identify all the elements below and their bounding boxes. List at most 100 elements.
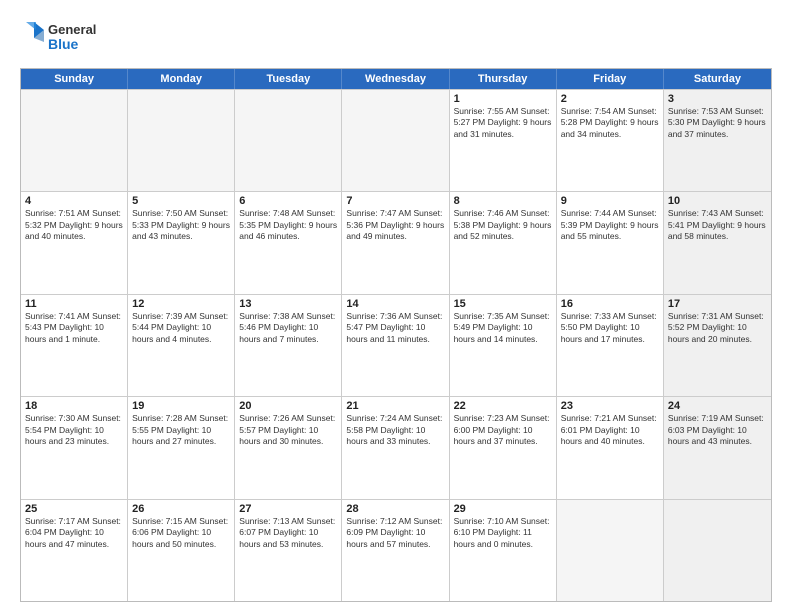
calendar-cell-r0-c1	[128, 90, 235, 191]
calendar-body: 1Sunrise: 7:55 AM Sunset: 5:27 PM Daylig…	[21, 89, 771, 601]
day-number: 24	[668, 400, 767, 412]
day-number: 11	[25, 298, 123, 310]
day-info: Sunrise: 7:38 AM Sunset: 5:46 PM Dayligh…	[239, 311, 337, 345]
calendar-cell-r0-c0	[21, 90, 128, 191]
day-info: Sunrise: 7:23 AM Sunset: 6:00 PM Dayligh…	[454, 413, 552, 447]
calendar-cell-r0-c6: 3Sunrise: 7:53 AM Sunset: 5:30 PM Daylig…	[664, 90, 771, 191]
calendar-cell-r3-c0: 18Sunrise: 7:30 AM Sunset: 5:54 PM Dayli…	[21, 397, 128, 498]
weekday-header-sunday: Sunday	[21, 69, 128, 89]
day-info: Sunrise: 7:51 AM Sunset: 5:32 PM Dayligh…	[25, 208, 123, 242]
day-number: 6	[239, 195, 337, 207]
day-number: 28	[346, 503, 444, 515]
logo-svg: General Blue	[20, 16, 110, 60]
calendar-cell-r2-c1: 12Sunrise: 7:39 AM Sunset: 5:44 PM Dayli…	[128, 295, 235, 396]
day-number: 21	[346, 400, 444, 412]
day-info: Sunrise: 7:19 AM Sunset: 6:03 PM Dayligh…	[668, 413, 767, 447]
day-number: 19	[132, 400, 230, 412]
calendar-cell-r1-c4: 8Sunrise: 7:46 AM Sunset: 5:38 PM Daylig…	[450, 192, 557, 293]
calendar-cell-r4-c4: 29Sunrise: 7:10 AM Sunset: 6:10 PM Dayli…	[450, 500, 557, 601]
weekday-header-saturday: Saturday	[664, 69, 771, 89]
day-number: 14	[346, 298, 444, 310]
day-number: 13	[239, 298, 337, 310]
calendar-header: SundayMondayTuesdayWednesdayThursdayFrid…	[21, 69, 771, 89]
day-info: Sunrise: 7:15 AM Sunset: 6:06 PM Dayligh…	[132, 516, 230, 550]
calendar-cell-r0-c4: 1Sunrise: 7:55 AM Sunset: 5:27 PM Daylig…	[450, 90, 557, 191]
day-info: Sunrise: 7:35 AM Sunset: 5:49 PM Dayligh…	[454, 311, 552, 345]
day-number: 5	[132, 195, 230, 207]
day-number: 23	[561, 400, 659, 412]
calendar-cell-r4-c6	[664, 500, 771, 601]
calendar-cell-r3-c4: 22Sunrise: 7:23 AM Sunset: 6:00 PM Dayli…	[450, 397, 557, 498]
calendar-cell-r3-c3: 21Sunrise: 7:24 AM Sunset: 5:58 PM Dayli…	[342, 397, 449, 498]
svg-text:Blue: Blue	[48, 36, 79, 52]
calendar-cell-r3-c1: 19Sunrise: 7:28 AM Sunset: 5:55 PM Dayli…	[128, 397, 235, 498]
day-info: Sunrise: 7:10 AM Sunset: 6:10 PM Dayligh…	[454, 516, 552, 550]
day-number: 2	[561, 93, 659, 105]
day-number: 18	[25, 400, 123, 412]
day-info: Sunrise: 7:33 AM Sunset: 5:50 PM Dayligh…	[561, 311, 659, 345]
day-number: 4	[25, 195, 123, 207]
day-info: Sunrise: 7:55 AM Sunset: 5:27 PM Dayligh…	[454, 106, 552, 140]
calendar-cell-r1-c6: 10Sunrise: 7:43 AM Sunset: 5:41 PM Dayli…	[664, 192, 771, 293]
day-info: Sunrise: 7:31 AM Sunset: 5:52 PM Dayligh…	[668, 311, 767, 345]
day-number: 17	[668, 298, 767, 310]
day-info: Sunrise: 7:28 AM Sunset: 5:55 PM Dayligh…	[132, 413, 230, 447]
weekday-header-tuesday: Tuesday	[235, 69, 342, 89]
logo: General Blue	[20, 16, 110, 60]
day-info: Sunrise: 7:46 AM Sunset: 5:38 PM Dayligh…	[454, 208, 552, 242]
weekday-header-friday: Friday	[557, 69, 664, 89]
calendar-cell-r1-c1: 5Sunrise: 7:50 AM Sunset: 5:33 PM Daylig…	[128, 192, 235, 293]
day-number: 9	[561, 195, 659, 207]
calendar-cell-r2-c6: 17Sunrise: 7:31 AM Sunset: 5:52 PM Dayli…	[664, 295, 771, 396]
day-info: Sunrise: 7:41 AM Sunset: 5:43 PM Dayligh…	[25, 311, 123, 345]
day-number: 29	[454, 503, 552, 515]
day-info: Sunrise: 7:44 AM Sunset: 5:39 PM Dayligh…	[561, 208, 659, 242]
calendar-cell-r0-c5: 2Sunrise: 7:54 AM Sunset: 5:28 PM Daylig…	[557, 90, 664, 191]
day-number: 12	[132, 298, 230, 310]
calendar-cell-r1-c2: 6Sunrise: 7:48 AM Sunset: 5:35 PM Daylig…	[235, 192, 342, 293]
weekday-header-monday: Monday	[128, 69, 235, 89]
calendar-row-0: 1Sunrise: 7:55 AM Sunset: 5:27 PM Daylig…	[21, 89, 771, 191]
day-number: 15	[454, 298, 552, 310]
calendar-cell-r2-c5: 16Sunrise: 7:33 AM Sunset: 5:50 PM Dayli…	[557, 295, 664, 396]
calendar-cell-r4-c0: 25Sunrise: 7:17 AM Sunset: 6:04 PM Dayli…	[21, 500, 128, 601]
calendar-cell-r1-c5: 9Sunrise: 7:44 AM Sunset: 5:39 PM Daylig…	[557, 192, 664, 293]
day-info: Sunrise: 7:36 AM Sunset: 5:47 PM Dayligh…	[346, 311, 444, 345]
day-number: 3	[668, 93, 767, 105]
day-number: 8	[454, 195, 552, 207]
day-info: Sunrise: 7:24 AM Sunset: 5:58 PM Dayligh…	[346, 413, 444, 447]
calendar-cell-r4-c1: 26Sunrise: 7:15 AM Sunset: 6:06 PM Dayli…	[128, 500, 235, 601]
day-number: 20	[239, 400, 337, 412]
day-info: Sunrise: 7:54 AM Sunset: 5:28 PM Dayligh…	[561, 106, 659, 140]
day-number: 25	[25, 503, 123, 515]
day-number: 10	[668, 195, 767, 207]
calendar-cell-r3-c5: 23Sunrise: 7:21 AM Sunset: 6:01 PM Dayli…	[557, 397, 664, 498]
day-number: 22	[454, 400, 552, 412]
day-info: Sunrise: 7:39 AM Sunset: 5:44 PM Dayligh…	[132, 311, 230, 345]
day-info: Sunrise: 7:12 AM Sunset: 6:09 PM Dayligh…	[346, 516, 444, 550]
calendar-cell-r2-c0: 11Sunrise: 7:41 AM Sunset: 5:43 PM Dayli…	[21, 295, 128, 396]
calendar-row-3: 18Sunrise: 7:30 AM Sunset: 5:54 PM Dayli…	[21, 396, 771, 498]
weekday-header-wednesday: Wednesday	[342, 69, 449, 89]
day-number: 27	[239, 503, 337, 515]
day-number: 26	[132, 503, 230, 515]
day-number: 16	[561, 298, 659, 310]
day-info: Sunrise: 7:53 AM Sunset: 5:30 PM Dayligh…	[668, 106, 767, 140]
calendar-cell-r3-c6: 24Sunrise: 7:19 AM Sunset: 6:03 PM Dayli…	[664, 397, 771, 498]
calendar-cell-r0-c2	[235, 90, 342, 191]
calendar-row-1: 4Sunrise: 7:51 AM Sunset: 5:32 PM Daylig…	[21, 191, 771, 293]
calendar-cell-r4-c3: 28Sunrise: 7:12 AM Sunset: 6:09 PM Dayli…	[342, 500, 449, 601]
day-info: Sunrise: 7:26 AM Sunset: 5:57 PM Dayligh…	[239, 413, 337, 447]
day-info: Sunrise: 7:17 AM Sunset: 6:04 PM Dayligh…	[25, 516, 123, 550]
calendar-cell-r2-c3: 14Sunrise: 7:36 AM Sunset: 5:47 PM Dayli…	[342, 295, 449, 396]
day-info: Sunrise: 7:21 AM Sunset: 6:01 PM Dayligh…	[561, 413, 659, 447]
day-info: Sunrise: 7:50 AM Sunset: 5:33 PM Dayligh…	[132, 208, 230, 242]
calendar-cell-r2-c2: 13Sunrise: 7:38 AM Sunset: 5:46 PM Dayli…	[235, 295, 342, 396]
day-info: Sunrise: 7:48 AM Sunset: 5:35 PM Dayligh…	[239, 208, 337, 242]
calendar-cell-r4-c2: 27Sunrise: 7:13 AM Sunset: 6:07 PM Dayli…	[235, 500, 342, 601]
day-info: Sunrise: 7:13 AM Sunset: 6:07 PM Dayligh…	[239, 516, 337, 550]
calendar-cell-r2-c4: 15Sunrise: 7:35 AM Sunset: 5:49 PM Dayli…	[450, 295, 557, 396]
calendar-cell-r1-c3: 7Sunrise: 7:47 AM Sunset: 5:36 PM Daylig…	[342, 192, 449, 293]
weekday-header-thursday: Thursday	[450, 69, 557, 89]
day-number: 7	[346, 195, 444, 207]
